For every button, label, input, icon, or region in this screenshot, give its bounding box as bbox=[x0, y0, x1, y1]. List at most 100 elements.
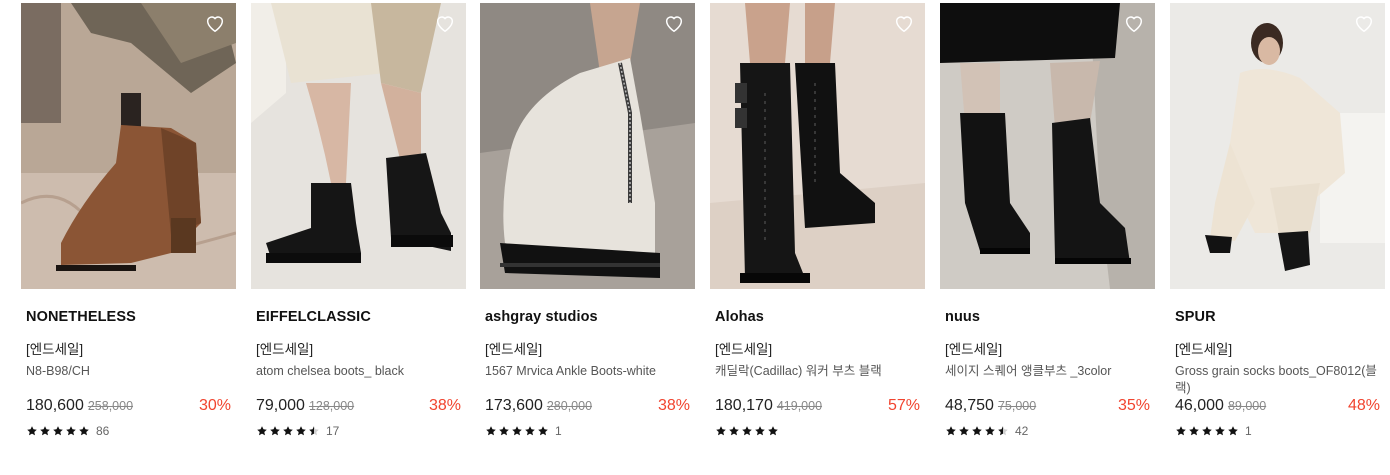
brand-name[interactable]: Alohas bbox=[715, 309, 925, 327]
star-icon bbox=[959, 426, 969, 436]
wishlist-heart-icon[interactable] bbox=[434, 12, 456, 34]
star-icon bbox=[257, 426, 267, 436]
discount-rate: 38% bbox=[428, 397, 461, 414]
rating-row: 1 bbox=[485, 424, 695, 438]
star-icon bbox=[538, 426, 548, 436]
star-icon bbox=[40, 426, 50, 436]
discount-rate: 57% bbox=[887, 397, 920, 414]
product-card[interactable]: EIFFELCLASSIC [엔드세일] atom chelsea boots_… bbox=[251, 3, 466, 438]
brand-name[interactable]: NONETHELESS bbox=[26, 309, 236, 327]
star-icon bbox=[27, 426, 37, 436]
product-image[interactable] bbox=[1170, 3, 1385, 289]
discount-rate: 48% bbox=[1347, 397, 1380, 414]
product-name[interactable]: Gross grain socks boots_OF8012(블랙) bbox=[1175, 363, 1380, 397]
star-rating bbox=[715, 425, 779, 437]
price-row: 46,000 89,000 48% bbox=[1175, 397, 1385, 419]
star-icon bbox=[972, 426, 982, 436]
star-icon bbox=[716, 426, 726, 436]
discount-rate: 38% bbox=[657, 397, 690, 414]
original-price: 89,000 bbox=[1227, 399, 1267, 413]
star-icon bbox=[946, 426, 956, 436]
star-icon bbox=[742, 426, 752, 436]
wishlist-heart-icon[interactable] bbox=[204, 12, 226, 34]
product-name[interactable]: atom chelsea boots_ black bbox=[256, 363, 461, 397]
star-icon bbox=[486, 426, 496, 436]
sale-price: 79,000 bbox=[256, 397, 305, 414]
product-image[interactable] bbox=[710, 3, 925, 289]
product-card[interactable]: ashgray studios [엔드세일] 1567 Mrvica Ankle… bbox=[480, 3, 695, 438]
original-price: 128,000 bbox=[308, 399, 355, 413]
sale-tag: [엔드세일] bbox=[1175, 342, 1233, 357]
rating-row: 86 bbox=[26, 424, 236, 438]
original-price: 75,000 bbox=[997, 399, 1037, 413]
star-icon bbox=[768, 426, 778, 436]
product-image[interactable] bbox=[21, 3, 236, 289]
price-row: 79,000 128,000 38% bbox=[256, 397, 466, 419]
wishlist-heart-icon[interactable] bbox=[663, 12, 685, 34]
star-icon bbox=[1228, 426, 1238, 436]
star-rating bbox=[1175, 425, 1239, 437]
review-count: 17 bbox=[326, 424, 340, 438]
star-rating bbox=[485, 425, 549, 437]
product-card[interactable]: nuus [엔드세일] 세이지 스퀘어 앵클부츠 _3color 48,750 7… bbox=[940, 3, 1155, 438]
rating-row: 1 bbox=[1175, 424, 1385, 438]
star-icon bbox=[53, 426, 63, 436]
sale-price: 48,750 bbox=[945, 397, 994, 414]
product-card[interactable]: NONETHELESS [엔드세일] N8-B98/CH 180,600 258,… bbox=[21, 3, 236, 438]
sale-price: 46,000 bbox=[1175, 397, 1224, 414]
star-icon bbox=[1189, 426, 1199, 436]
original-price: 258,000 bbox=[87, 399, 134, 413]
star-icon bbox=[1176, 426, 1186, 436]
product-name[interactable]: 세이지 스퀘어 앵클부츠 _3color bbox=[945, 363, 1150, 397]
product-image[interactable] bbox=[251, 3, 466, 289]
star-icon bbox=[66, 426, 76, 436]
star-icon bbox=[270, 426, 280, 436]
wishlist-heart-icon[interactable] bbox=[1123, 12, 1145, 34]
rating-row: 42 bbox=[945, 424, 1155, 438]
brand-name[interactable]: nuus bbox=[945, 309, 1155, 327]
star-icon bbox=[296, 426, 306, 436]
sale-tag: [엔드세일] bbox=[715, 342, 773, 357]
product-card[interactable]: SPUR [엔드세일] Gross grain socks boots_OF80… bbox=[1170, 3, 1385, 438]
star-icon bbox=[985, 426, 995, 436]
star-icon bbox=[998, 426, 1008, 436]
product-name[interactable]: N8-B98/CH bbox=[26, 363, 231, 397]
star-icon bbox=[512, 426, 522, 436]
sale-tag: [엔드세일] bbox=[256, 342, 314, 357]
product-image[interactable] bbox=[480, 3, 695, 289]
product-image[interactable] bbox=[940, 3, 1155, 289]
wishlist-heart-icon[interactable] bbox=[893, 12, 915, 34]
review-count: 86 bbox=[96, 424, 110, 438]
star-icon bbox=[283, 426, 293, 436]
product-name[interactable]: 1567 Mrvica Ankle Boots-white bbox=[485, 363, 690, 397]
star-icon bbox=[499, 426, 509, 436]
product-card[interactable]: Alohas [엔드세일] 캐딜락(Cadillac) 워커 부츠 블랙 180… bbox=[710, 3, 925, 438]
wishlist-heart-icon[interactable] bbox=[1353, 12, 1375, 34]
sale-price: 180,170 bbox=[715, 397, 773, 414]
star-icon bbox=[79, 426, 89, 436]
discount-rate: 35% bbox=[1117, 397, 1150, 414]
sale-tag: [엔드세일] bbox=[26, 342, 84, 357]
star-icon bbox=[729, 426, 739, 436]
review-count: 1 bbox=[1245, 424, 1252, 438]
price-row: 173,600 280,000 38% bbox=[485, 397, 695, 419]
rating-row bbox=[715, 424, 925, 438]
price-row: 180,170 419,000 57% bbox=[715, 397, 925, 419]
brand-name[interactable]: SPUR bbox=[1175, 309, 1385, 327]
sale-tag: [엔드세일] bbox=[485, 342, 543, 357]
original-price: 280,000 bbox=[546, 399, 593, 413]
product-name[interactable]: 캐딜락(Cadillac) 워커 부츠 블랙 bbox=[715, 363, 920, 397]
brand-name[interactable]: ashgray studios bbox=[485, 309, 695, 327]
sale-price: 180,600 bbox=[26, 397, 84, 414]
star-rating bbox=[256, 425, 320, 437]
review-count: 42 bbox=[1015, 424, 1029, 438]
brand-name[interactable]: EIFFELCLASSIC bbox=[256, 309, 466, 327]
star-icon bbox=[1202, 426, 1212, 436]
star-icon bbox=[525, 426, 535, 436]
star-rating bbox=[945, 425, 1009, 437]
discount-rate: 30% bbox=[198, 397, 231, 414]
sale-tag: [엔드세일] bbox=[945, 342, 1003, 357]
original-price: 419,000 bbox=[776, 399, 823, 413]
price-row: 48,750 75,000 35% bbox=[945, 397, 1155, 419]
star-rating bbox=[26, 425, 90, 437]
